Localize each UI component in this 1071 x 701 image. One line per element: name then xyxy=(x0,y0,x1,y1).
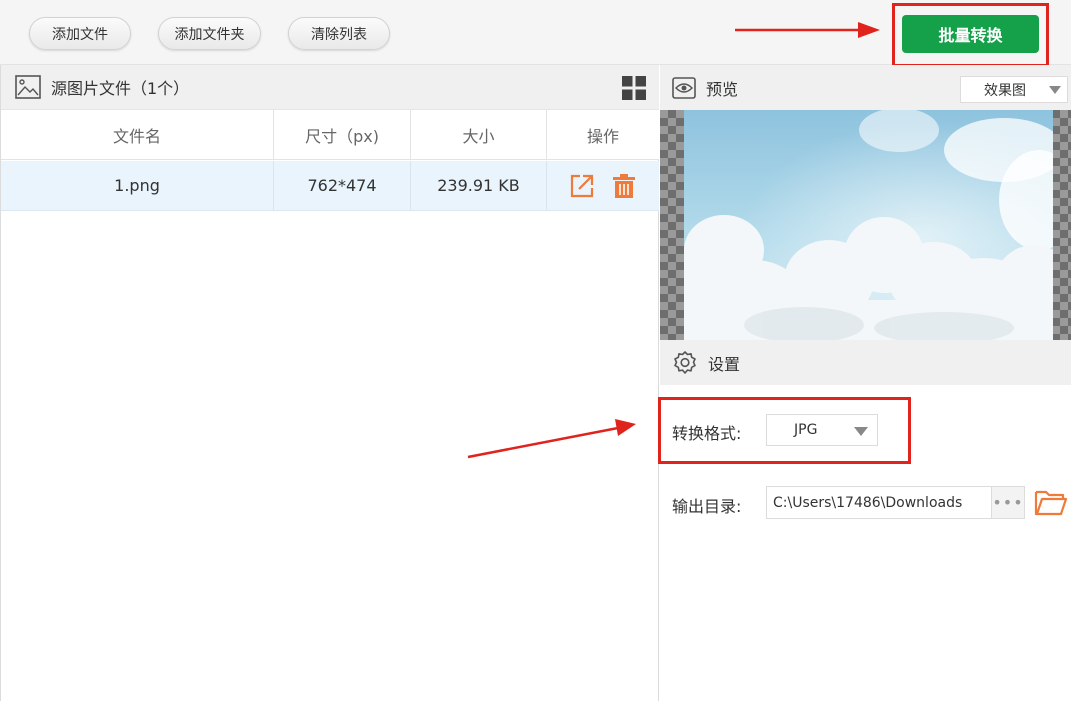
chevron-down-icon xyxy=(1049,86,1061,94)
image-icon xyxy=(15,75,41,99)
batch-convert-button[interactable]: 批量转换 xyxy=(902,15,1039,53)
table-row[interactable]: 1.png 762*474 239.91 KB xyxy=(1,161,659,211)
preview-mode-value: 效果图 xyxy=(984,82,1026,99)
column-header-dimensions[interactable]: 尺寸（px) xyxy=(273,110,410,159)
source-panel-title: 源图片文件（1个） xyxy=(51,79,190,98)
output-dir-field[interactable]: C:\Users\17486\Downloads xyxy=(766,486,992,519)
eye-icon xyxy=(672,76,696,99)
add-folder-button[interactable]: 添加文件夹 xyxy=(158,17,261,50)
settings-title: 设置 xyxy=(708,354,741,374)
source-file-panel: 源图片文件（1个） 文件名 尺寸（px) 大小 操作 1.png 762*474… xyxy=(0,65,659,701)
folder-open-icon[interactable] xyxy=(1034,487,1068,517)
clear-list-button[interactable]: 清除列表 xyxy=(288,17,390,50)
image-converter-window: 添加文件 添加文件夹 清除列表 批量转换 源图片文件（1个） 文件名 尺寸（px… xyxy=(0,0,1071,701)
gear-icon xyxy=(674,350,696,374)
browse-more-button[interactable]: ••• xyxy=(992,486,1025,519)
format-highlight-box xyxy=(658,397,911,464)
file-dimensions-cell: 762*474 xyxy=(273,161,410,210)
settings-header: 设置 xyxy=(660,340,1071,385)
preview-header: 预览 效果图 xyxy=(660,65,1071,110)
preview-title: 预览 xyxy=(706,79,739,99)
preview-mode-select[interactable]: 效果图 xyxy=(960,76,1068,103)
file-table-header: 文件名 尺寸（px) 大小 操作 xyxy=(1,110,659,160)
open-external-icon[interactable] xyxy=(569,173,595,199)
preview-image xyxy=(684,110,1053,340)
file-actions-cell xyxy=(546,161,659,210)
file-size-cell: 239.91 KB xyxy=(410,161,546,210)
preview-image-area xyxy=(660,110,1071,340)
trash-icon[interactable] xyxy=(611,173,637,199)
source-panel-header: 源图片文件（1个） xyxy=(1,65,659,110)
column-header-size[interactable]: 大小 xyxy=(410,110,546,159)
column-header-filename[interactable]: 文件名 xyxy=(1,110,273,159)
grid-view-icon[interactable] xyxy=(621,75,647,101)
add-file-button[interactable]: 添加文件 xyxy=(29,17,131,50)
file-name-cell: 1.png xyxy=(114,176,160,195)
column-header-actions: 操作 xyxy=(546,110,659,159)
output-dir-label: 输出目录: xyxy=(672,497,742,516)
